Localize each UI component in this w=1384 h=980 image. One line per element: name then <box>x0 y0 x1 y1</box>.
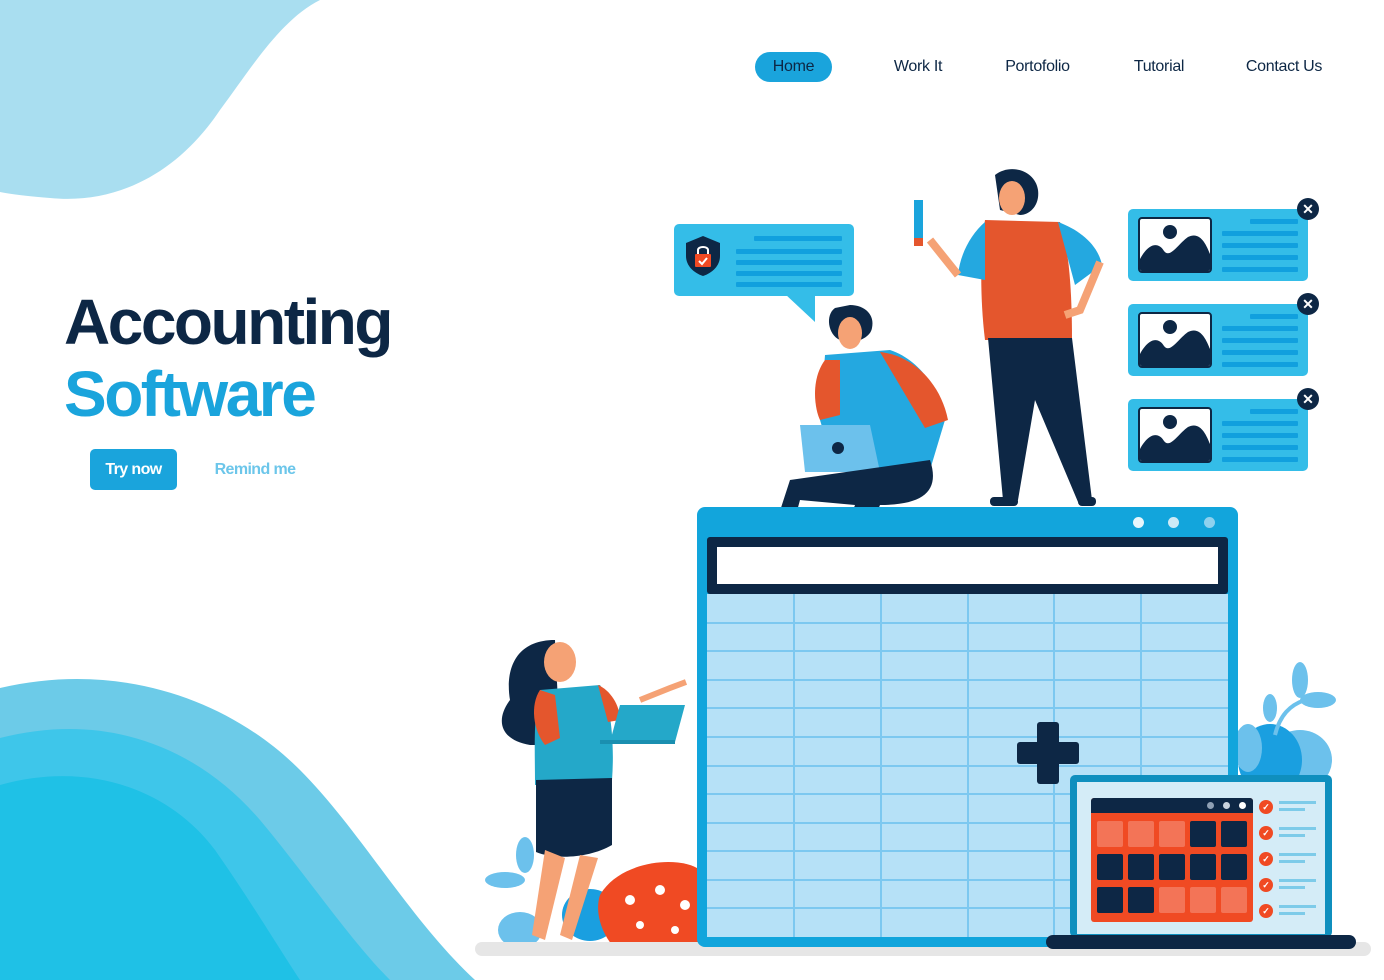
checklist-line <box>1279 886 1305 889</box>
image-card <box>1128 399 1308 471</box>
checklist-line <box>1279 905 1316 908</box>
shield-lock-check-icon <box>686 236 720 276</box>
standing-man-with-pencil <box>914 169 1104 506</box>
checklist-line <box>1279 827 1316 830</box>
calendar-day-cell[interactable] <box>1097 854 1123 880</box>
calendar-day-cell[interactable] <box>1221 821 1247 847</box>
calendar-day-cell[interactable] <box>1190 854 1216 880</box>
calendar-day-cell[interactable] <box>1221 887 1247 913</box>
check-icon: ✓ <box>1259 800 1273 814</box>
nav-tutorial[interactable]: Tutorial <box>1125 52 1193 82</box>
image-card <box>1128 209 1308 281</box>
monstera-leaf <box>598 862 705 945</box>
image-card <box>1128 304 1308 376</box>
close-icon[interactable]: ✕ <box>1297 293 1319 315</box>
check-icon: ✓ <box>1259 878 1273 892</box>
hero-title-line2: Software <box>64 358 317 430</box>
check-icon: ✓ <box>1259 826 1273 840</box>
calendar-day-cell[interactable] <box>1159 887 1185 913</box>
nav-work-it[interactable]: Work It <box>880 52 956 82</box>
remind-me-button[interactable]: Remind me <box>205 449 305 490</box>
nav-home[interactable]: Home <box>755 52 832 82</box>
image-icon <box>1138 217 1212 273</box>
calendar-widget <box>1091 798 1253 922</box>
window-dot <box>1168 517 1179 528</box>
calendar-header <box>1091 798 1253 813</box>
check-icon: ✓ <box>1259 904 1273 918</box>
checklist-line <box>1279 808 1305 811</box>
close-icon[interactable]: ✕ <box>1297 198 1319 220</box>
nav-contact-us[interactable]: Contact Us <box>1240 52 1328 82</box>
window-dot <box>1204 517 1215 528</box>
top-left-wave <box>0 0 320 199</box>
check-icon: ✓ <box>1259 852 1273 866</box>
calendar-day-cell[interactable] <box>1159 854 1185 880</box>
image-icon <box>1138 312 1212 368</box>
checklist-line <box>1279 834 1305 837</box>
window-dot <box>1133 517 1144 528</box>
security-bubble <box>674 224 854 296</box>
checklist-line <box>1279 860 1305 863</box>
laptop: ✓ ✓ ✓ ✓ ✓ <box>1070 775 1332 937</box>
checklist-line <box>1279 853 1316 856</box>
checklist-line <box>1279 801 1316 804</box>
hero-title-line1: Accounting <box>64 286 393 358</box>
calendar-day-cell[interactable] <box>1190 821 1216 847</box>
calendar-day-cell[interactable] <box>1221 854 1247 880</box>
calendar-day-cell[interactable] <box>1128 887 1154 913</box>
image-icon <box>1138 407 1212 463</box>
nav-portofolio[interactable]: Portofolio <box>995 52 1080 82</box>
try-now-button[interactable]: Try now <box>90 449 177 490</box>
calendar-day-cell[interactable] <box>1128 821 1154 847</box>
plus-icon[interactable] <box>1017 722 1079 784</box>
calendar-day-cell[interactable] <box>1097 821 1123 847</box>
calendar-day-cell[interactable] <box>1159 821 1185 847</box>
checklist-line <box>1279 879 1316 882</box>
laptop-base <box>1046 935 1356 949</box>
formula-bar <box>707 537 1228 594</box>
calendar-day-cell[interactable] <box>1097 887 1123 913</box>
speech-bubble-tail <box>785 294 815 322</box>
calendar-day-cell[interactable] <box>1190 887 1216 913</box>
close-icon[interactable]: ✕ <box>1297 388 1319 410</box>
laptop-screen: ✓ ✓ ✓ ✓ ✓ <box>1077 782 1325 934</box>
formula-input[interactable] <box>717 547 1218 584</box>
checklist-line <box>1279 912 1305 915</box>
calendar-day-cell[interactable] <box>1128 854 1154 880</box>
